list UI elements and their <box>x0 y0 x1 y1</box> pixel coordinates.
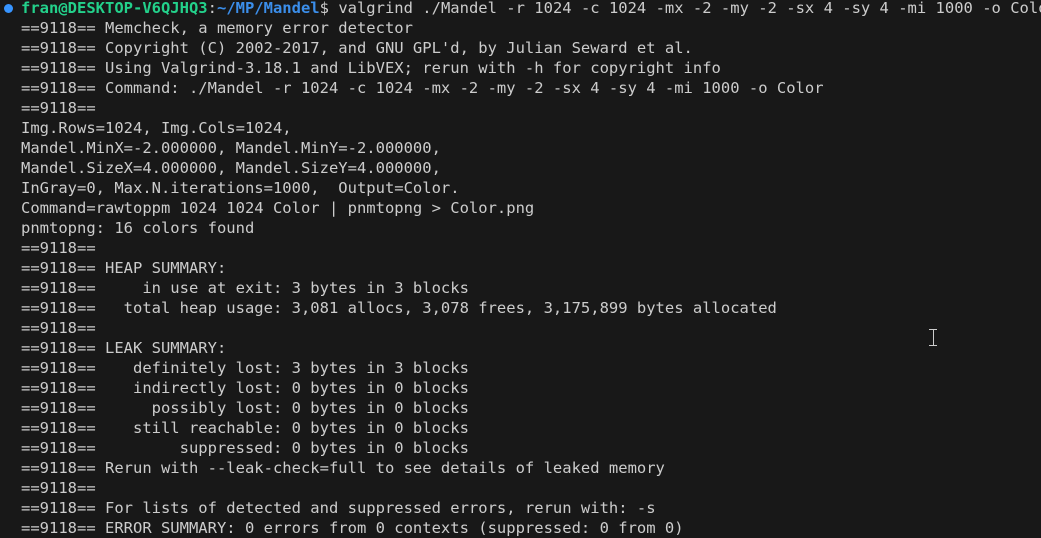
terminal-output: fran@DESKTOP-V6QJHQ3: ~/MP/Mandel $ valgri… <box>0 0 1041 538</box>
output-line: ==9118== possibly lost: 0 bytes in 0 blo… <box>21 399 469 417</box>
output-line: Mandel.SizeX=4.000000, Mandel.SizeY=4.00… <box>21 159 441 177</box>
output-line: ==9118== For lists of detected and suppr… <box>21 499 656 517</box>
output-line: ==9118== Rerun with --leak-check=full to… <box>21 459 665 477</box>
output-line: ==9118== suppressed: 0 bytes in 0 blocks <box>21 439 469 457</box>
output-line: pnmtopng: 16 colors found <box>21 219 255 237</box>
output-line: ==9118== indirectly lost: 0 bytes in 0 b… <box>21 379 469 397</box>
output-line: ==9118== LEAK SUMMARY: <box>21 339 227 357</box>
output-line: ==9118== Command: ./Mandel -r 1024 -c 10… <box>21 79 824 97</box>
output-line: ==9118== <box>21 479 96 497</box>
output-line: ==9118== still reachable: 0 bytes in 0 b… <box>21 419 469 437</box>
output-line: ==9118== Using Valgrind-3.18.1 and LibVE… <box>21 59 721 77</box>
output-line: ==9118== HEAP SUMMARY: <box>21 259 227 277</box>
output-lines: ==9118== Memcheck, a memory error detect… <box>0 18 1041 538</box>
output-line: ==9118== <box>21 99 96 117</box>
output-line: Img.Rows=1024, Img.Cols=1024, <box>21 119 292 137</box>
output-line: Mandel.MinX=-2.000000, Mandel.MinY=-2.00… <box>21 139 441 157</box>
output-line: Command=rawtoppm 1024 1024 Color | pnmto… <box>21 199 535 217</box>
prompt-path: ~/MP/Mandel <box>216 0 320 17</box>
prompt-command: valgrind ./Mandel -r 1024 -c 1024 -mx -2… <box>328 0 1041 17</box>
output-line: ==9118== <box>21 239 96 257</box>
prompt-separator: : <box>207 0 217 17</box>
output-line: InGray=0, Max.N.iterations=1000, Output=… <box>21 179 460 197</box>
output-line: ==9118== <box>21 319 96 337</box>
prompt-user-host: fran@DESKTOP-V6QJHQ3 <box>21 0 208 17</box>
output-line: ==9118== in use at exit: 3 bytes in 3 bl… <box>21 279 469 297</box>
output-line: ==9118== total heap usage: 3,081 allocs,… <box>21 299 777 317</box>
output-line: ==9118== Memcheck, a memory error detect… <box>21 19 413 37</box>
output-line: ==9118== ERROR SUMMARY: 0 errors from 0 … <box>21 519 684 537</box>
output-line: ==9118== Copyright (C) 2002-2017, and GN… <box>21 39 693 57</box>
output-line: ==9118== definitely lost: 3 bytes in 3 b… <box>21 359 469 377</box>
text-cursor-icon <box>929 329 937 346</box>
terminal-panel[interactable]: fran@DESKTOP-V6QJHQ3: ~/MP/Mandel $ valgri… <box>0 0 1041 538</box>
prompt-symbol: $ <box>319 0 329 17</box>
prompt-line: fran@DESKTOP-V6QJHQ3: ~/MP/Mandel $ valgri… <box>0 0 1041 18</box>
command-status-icon[interactable] <box>4 3 13 13</box>
